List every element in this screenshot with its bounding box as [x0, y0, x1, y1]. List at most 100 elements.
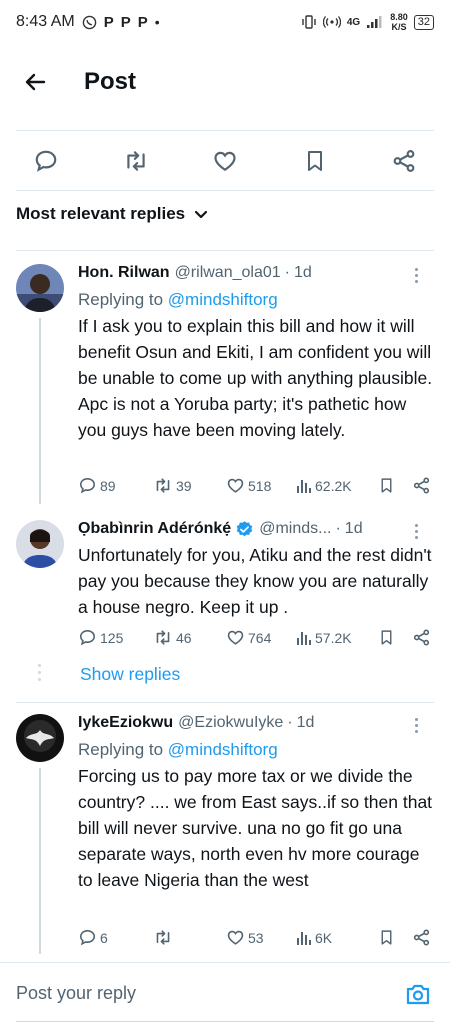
bookmark-icon: [307, 151, 322, 171]
post-action-bar: [0, 138, 450, 184]
network-speed-value: 8.80: [390, 12, 408, 22]
heart-icon: [227, 478, 244, 493]
comment-count: 89: [100, 477, 116, 494]
notification-p-icon: P: [103, 13, 114, 31]
bookmark-button[interactable]: [378, 628, 412, 647]
replying-to-mention[interactable]: @mindshiftorg: [168, 740, 278, 759]
comment-count-button[interactable]: 125: [78, 628, 153, 647]
reply-text: If I ask you to explain this bill and ho…: [78, 316, 433, 440]
avatar[interactable]: [16, 264, 64, 312]
bookmark-button[interactable]: [378, 476, 412, 495]
author-name[interactable]: Ọbabìnrin Adérónkẹ́: [78, 520, 231, 538]
like-button[interactable]: [209, 145, 241, 177]
author-handle[interactable]: @rilwan_ola01: [175, 264, 281, 282]
divider: [16, 130, 434, 131]
share-button[interactable]: [412, 476, 431, 495]
like-count-button[interactable]: 518: [226, 476, 296, 495]
more-options-button[interactable]: [406, 520, 426, 542]
sort-label: Most relevant replies: [16, 204, 186, 223]
repost-button[interactable]: [120, 145, 152, 177]
author-handle[interactable]: @minds...: [259, 520, 331, 538]
metrics-row: 125 46 764 57.2K: [78, 628, 436, 647]
view-count-button[interactable]: 62.2K: [296, 477, 378, 494]
reply-input[interactable]: Post your reply: [16, 983, 402, 1004]
share-button[interactable]: [388, 145, 420, 177]
share-button[interactable]: [412, 928, 431, 947]
reply-input-underline: [16, 1021, 434, 1022]
comment-count-button[interactable]: 6: [78, 928, 153, 947]
like-count-button[interactable]: 764: [226, 628, 296, 647]
comment-icon: [79, 629, 96, 646]
notification-p-icon: P: [120, 13, 131, 31]
author-row: Hon. Rilwan @rilwan_ola01 · 1d: [78, 262, 436, 284]
author-name[interactable]: Hon. Rilwan: [78, 264, 170, 282]
repost-count-button[interactable]: 46: [153, 628, 226, 647]
share-icon: [393, 150, 415, 172]
bookmark-button[interactable]: [299, 145, 331, 177]
bookmark-button[interactable]: [378, 928, 412, 947]
heart-icon: [227, 930, 244, 945]
view-count-button[interactable]: 6K: [296, 929, 378, 946]
repost-count-button[interactable]: [153, 928, 226, 947]
metrics-row: 6 53 6K: [78, 928, 436, 947]
share-icon: [413, 629, 430, 646]
views-chart-icon: [297, 932, 311, 945]
replying-to: Replying to @mindshiftorg: [78, 740, 436, 760]
views-chart-icon: [297, 632, 311, 645]
avatar[interactable]: [16, 714, 64, 762]
divider: [16, 702, 434, 703]
status-bar: 8:43 AM P P P • 4G 8.80 K/S 32: [0, 0, 450, 44]
reply-item[interactable]: IykeEziokwu @EziokwuIyke · 1d Replying t…: [0, 712, 450, 957]
avatar[interactable]: [16, 520, 64, 568]
more-options-button[interactable]: [406, 264, 426, 286]
replying-to-prefix: Replying to: [78, 290, 164, 309]
metrics-row: 89 39 518 62.2K: [78, 476, 436, 495]
share-icon: [413, 929, 430, 946]
heart-icon: [227, 630, 244, 645]
replying-to-mention[interactable]: @mindshiftorg: [168, 290, 278, 309]
sort-replies-dropdown[interactable]: Most relevant replies: [16, 204, 209, 224]
battery-indicator: 32: [413, 14, 434, 30]
bookmark-icon: [381, 630, 392, 645]
repost-count: 39: [176, 477, 192, 494]
like-count: 518: [248, 477, 272, 494]
post-time: 1d: [296, 714, 315, 731]
reply-item[interactable]: Ọbabìnrin Adérónkẹ́ @minds... · 1d Unfor…: [0, 516, 450, 656]
arrow-left-icon: [25, 73, 46, 91]
reply-content: IykeEziokwu @EziokwuIyke · 1d Replying t…: [78, 712, 436, 946]
signal-icon: [367, 16, 382, 28]
divider: [16, 190, 434, 191]
replying-to: Replying to @mindshiftorg: [78, 290, 436, 310]
network-type-label: 4G: [346, 16, 361, 28]
status-right: 4G 8.80 K/S 32: [301, 12, 434, 32]
author-handle[interactable]: @EziokwuIyke: [178, 714, 283, 732]
reply-text: Forcing us to pay more tax or we divide …: [78, 766, 433, 890]
repost-icon: [156, 930, 170, 945]
view-count: 6K: [315, 929, 333, 946]
reply-compose-bar: Post your reply: [0, 962, 450, 1024]
separator-dot: ·: [335, 520, 341, 537]
show-replies-link[interactable]: Show replies: [80, 664, 180, 685]
share-button[interactable]: [412, 628, 431, 647]
author-name[interactable]: IykeEziokwu: [78, 714, 173, 732]
camera-button[interactable]: [402, 978, 434, 1010]
repost-count-button[interactable]: 39: [153, 476, 226, 495]
more-options-button[interactable]: [406, 714, 426, 736]
comment-icon: [79, 477, 96, 494]
repost-count: 46: [176, 629, 192, 646]
thread-dots: [38, 664, 41, 681]
author-row: IykeEziokwu @EziokwuIyke · 1d: [78, 712, 436, 734]
chevron-down-icon: [195, 210, 208, 219]
back-button[interactable]: [16, 62, 56, 102]
comment-count-button[interactable]: 89: [78, 476, 153, 495]
network-speed-unit: K/S: [391, 22, 407, 32]
like-count: 764: [248, 629, 272, 646]
comment-count: 125: [100, 629, 124, 646]
like-count-button[interactable]: 53: [226, 928, 296, 947]
reply-item[interactable]: Hon. Rilwan @rilwan_ola01 · 1d Replying …: [0, 262, 450, 504]
reply-button[interactable]: [30, 145, 62, 177]
view-count: 57.2K: [315, 629, 352, 646]
repost-icon: [126, 151, 145, 171]
reply-text: Unfortunately for you, Atiku and the res…: [78, 545, 432, 617]
view-count-button[interactable]: 57.2K: [296, 629, 378, 646]
